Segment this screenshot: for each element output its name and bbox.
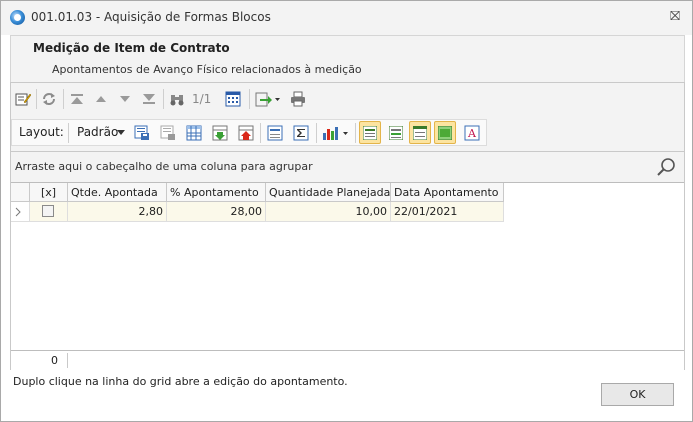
- column-header-pct-apontamento[interactable]: % Apontamento: [167, 183, 266, 202]
- window-title: 001.01.03 - Aquisição de Formas Blocos: [31, 10, 271, 24]
- print-icon[interactable]: [287, 88, 309, 110]
- search-icon[interactable]: [656, 157, 676, 177]
- summary-icon[interactable]: [290, 122, 312, 144]
- column-header-quantidade-planejada[interactable]: Quantidade Planejada: [266, 183, 391, 202]
- svg-text:A: A: [467, 127, 477, 140]
- page-indicator: 1/1: [192, 92, 212, 106]
- toolbar-layout: Layout: Padrão A: [11, 119, 487, 146]
- cell-quantidade-planejada[interactable]: 10,00: [266, 202, 391, 222]
- calendar-grid-icon[interactable]: [222, 88, 244, 110]
- column-header-select[interactable]: [x]: [30, 183, 68, 202]
- previous-record-icon[interactable]: [91, 88, 111, 110]
- grid-footer: 0: [11, 350, 684, 370]
- refresh-icon[interactable]: [39, 88, 59, 110]
- edit-icon[interactable]: [13, 88, 33, 110]
- dialog-header: Medição de Item de Contrato Apontamentos…: [10, 35, 685, 82]
- save-layout-icon[interactable]: [131, 122, 153, 144]
- data-grid-container: Arraste aqui o cabeçalho de uma coluna p…: [11, 151, 684, 370]
- font-style-icon[interactable]: A: [461, 122, 483, 144]
- data-grid: [x] Qtde. Apontada % Apontamento Quantid…: [11, 182, 684, 350]
- delete-layout-icon[interactable]: [157, 122, 179, 144]
- dialog-window: 001.01.03 - Aquisição de Formas Blocos ⛝…: [0, 0, 693, 422]
- chart-dropdown-icon[interactable]: [320, 122, 352, 144]
- group-panel[interactable]: Arraste aqui o cabeçalho de uma coluna p…: [11, 152, 684, 182]
- footer-divider: [67, 353, 68, 368]
- style-4-icon[interactable]: [434, 121, 456, 144]
- column-header-data-apontamento[interactable]: Data Apontamento: [391, 183, 504, 202]
- header-title: Medição de Item de Contrato: [33, 41, 230, 55]
- cell-qtde-apontada[interactable]: 2,80: [68, 202, 167, 222]
- cell-data-apontamento[interactable]: 22/01/2021: [391, 202, 504, 222]
- columns-layout-icon[interactable]: [183, 122, 205, 144]
- export-layout-icon[interactable]: [235, 122, 257, 144]
- style-3-icon[interactable]: [409, 121, 431, 144]
- row-indicator[interactable]: [11, 202, 30, 222]
- binoculars-icon[interactable]: [167, 88, 187, 110]
- layout-label: Layout:: [19, 125, 64, 139]
- filter-row-icon[interactable]: [264, 122, 286, 144]
- grid-panel: 1/1 Layout: Padrão A Arraste aqui o cabe…: [10, 82, 685, 370]
- table-row-checkbox-cell: [30, 202, 68, 222]
- app-icon: [10, 10, 25, 25]
- export-dropdown-icon[interactable]: [253, 88, 283, 110]
- grid-footer-count: 0: [51, 354, 58, 367]
- row-indicator-header: [11, 183, 30, 202]
- header-subtitle: Apontamentos de Avanço Físico relacionad…: [52, 63, 362, 76]
- toolbar-navigation: 1/1: [11, 88, 684, 114]
- import-layout-icon[interactable]: [209, 122, 231, 144]
- style-2-icon[interactable]: [385, 122, 407, 144]
- column-header-qtde-apontada[interactable]: Qtde. Apontada: [68, 183, 167, 202]
- last-record-icon[interactable]: [139, 88, 159, 110]
- footer-hint: Duplo clique na linha do grid abre a edi…: [13, 375, 348, 388]
- layout-dropdown-icon[interactable]: [116, 122, 126, 144]
- ok-button[interactable]: OK: [601, 383, 674, 406]
- title-bar: 001.01.03 - Aquisição de Formas Blocos ⛝: [1, 1, 692, 35]
- next-record-icon[interactable]: [115, 88, 135, 110]
- layout-select[interactable]: Padrão: [77, 125, 118, 139]
- first-record-icon[interactable]: [67, 88, 87, 110]
- group-panel-hint: Arraste aqui o cabeçalho de uma coluna p…: [15, 160, 313, 173]
- close-icon[interactable]: ⛝: [670, 9, 680, 24]
- style-1-icon[interactable]: [359, 121, 381, 144]
- cell-pct-apontamento[interactable]: 28,00: [167, 202, 266, 222]
- row-checkbox[interactable]: [42, 205, 54, 217]
